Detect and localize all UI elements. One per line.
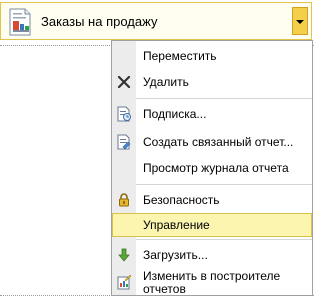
menu-item-move[interactable]: Переместить bbox=[112, 44, 312, 68]
report-icon bbox=[9, 8, 31, 36]
report-title: Заказы на продажу bbox=[41, 14, 158, 29]
chevron-down-icon bbox=[296, 20, 304, 24]
menu-item-manage[interactable]: Управление bbox=[112, 213, 312, 237]
menu-item-report-history[interactable]: Просмотр журнала отчета bbox=[112, 156, 312, 180]
menu-item-label: Изменить в построителе отчетов bbox=[143, 269, 281, 296]
dropdown-button[interactable] bbox=[292, 7, 308, 35]
menu-item-subscription[interactable]: Подписка... bbox=[112, 102, 312, 126]
menu-item-delete[interactable]: Удалить bbox=[112, 70, 312, 94]
menu-item-label: Просмотр журнала отчета bbox=[143, 161, 289, 175]
menu-separator bbox=[136, 184, 312, 185]
download-arrow-icon bbox=[118, 248, 130, 262]
menu-item-security[interactable]: Безопасность bbox=[112, 188, 312, 212]
menu-separator bbox=[136, 98, 312, 99]
menu-item-create-linked-report[interactable]: Создать связанный отчет... bbox=[112, 130, 312, 154]
menu-item-download[interactable]: Загрузить... bbox=[112, 243, 312, 267]
linked-report-icon bbox=[117, 134, 131, 150]
subscription-icon bbox=[117, 106, 131, 122]
menu-item-label: Загрузить... bbox=[143, 248, 208, 262]
report-header[interactable]: Заказы на продажу bbox=[0, 2, 312, 40]
menu-item-edit-in-report-builder[interactable]: Изменить в построителе отчетов bbox=[112, 268, 312, 298]
menu-item-label: Создать связанный отчет... bbox=[143, 135, 294, 149]
menu-item-label: Переместить bbox=[143, 49, 217, 63]
context-menu: Переместить Удалить Подписка... Создать … bbox=[111, 40, 313, 296]
delete-x-icon bbox=[117, 75, 131, 89]
report-builder-icon bbox=[117, 274, 132, 290]
lock-icon bbox=[119, 193, 129, 207]
menu-item-label: Безопасность bbox=[143, 193, 220, 207]
menu-item-label: Удалить bbox=[143, 75, 189, 89]
menu-separator bbox=[136, 239, 312, 240]
menu-item-label: Подписка... bbox=[143, 107, 207, 121]
menu-item-label: Управление bbox=[143, 218, 210, 232]
